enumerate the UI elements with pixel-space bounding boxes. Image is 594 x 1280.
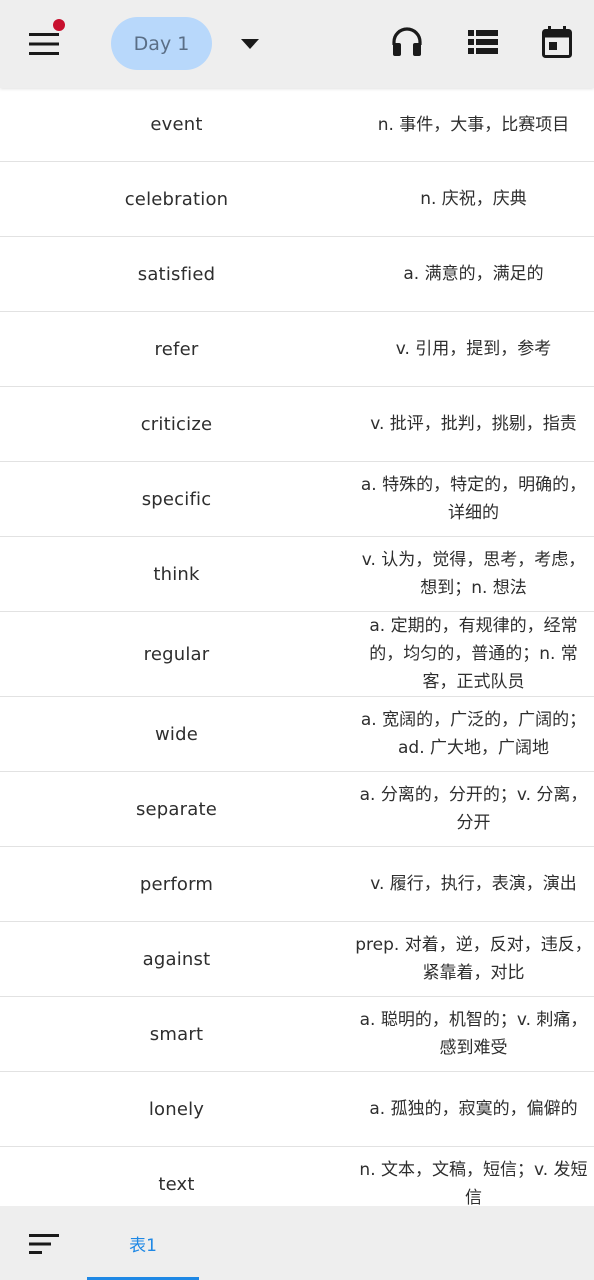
word-text: against bbox=[142, 948, 211, 970]
word-meaning: n. 文本，文稿，短信；v. 发短信 bbox=[359, 1160, 588, 1206]
word-row[interactable]: refer v. 引用，提到，参考 bbox=[0, 312, 594, 387]
word-meaning: v. 引用，提到，参考 bbox=[395, 339, 552, 359]
word-meaning: prep. 对着，逆，反对，违反，紧靠着，对比 bbox=[355, 935, 592, 983]
word-meaning: a. 满意的，满足的 bbox=[403, 264, 544, 284]
word-text: regular bbox=[143, 643, 210, 665]
word-row[interactable]: separate a. 分离的，分开的；v. 分离，分开 bbox=[0, 772, 594, 847]
word-row[interactable]: satisfied a. 满意的，满足的 bbox=[0, 237, 594, 312]
word-text: text bbox=[158, 1173, 195, 1195]
word-meaning: n. 事件，大事，比赛项目 bbox=[377, 114, 570, 135]
word-row[interactable]: specific a. 特殊的，特定的，明确的，详细的 bbox=[0, 462, 594, 537]
calendar-button[interactable] bbox=[535, 20, 579, 64]
word-row[interactable]: think v. 认为，觉得，思考，考虑，想到；n. 想法 bbox=[0, 537, 594, 612]
sort-icon bbox=[29, 1234, 59, 1254]
word-meaning: a. 分离的，分开的；v. 分离，分开 bbox=[359, 785, 588, 833]
word-text: specific bbox=[141, 488, 212, 510]
tab-sheet-1[interactable]: 表1 bbox=[87, 1206, 199, 1280]
sort-button[interactable] bbox=[22, 1222, 66, 1266]
day-dropdown-button[interactable] bbox=[232, 26, 268, 62]
word-text: celebration bbox=[124, 188, 229, 210]
word-row[interactable]: wide a. 宽阔的，广泛的，广阔的；ad. 广大地，广阔地 bbox=[0, 697, 594, 772]
word-meaning: a. 孤独的，寂寞的，偏僻的 bbox=[369, 1099, 578, 1119]
word-meaning: a. 定期的，有规律的，经常的，均匀的，普通的；n. 常客，正式队员 bbox=[369, 616, 578, 692]
word-row[interactable]: perform v. 履行，执行，表演，演出 bbox=[0, 847, 594, 922]
word-text: lonely bbox=[148, 1098, 205, 1120]
word-meaning: a. 聪明的，机智的；v. 刺痛，感到难受 bbox=[359, 1010, 588, 1058]
word-meaning: v. 履行，执行，表演，演出 bbox=[370, 874, 577, 894]
word-text: separate bbox=[135, 798, 218, 820]
word-meaning: n. 庆祝，庆典 bbox=[420, 189, 527, 209]
calendar-icon bbox=[542, 26, 572, 58]
word-meaning: a. 宽阔的，广泛的，广阔的；ad. 广大地，广阔地 bbox=[360, 710, 587, 758]
word-text: event bbox=[150, 114, 203, 135]
word-row[interactable]: lonely a. 孤独的，寂寞的，偏僻的 bbox=[0, 1072, 594, 1147]
word-text: criticize bbox=[140, 413, 213, 435]
word-list[interactable]: event n. 事件，大事，比赛项目 celebration n. 庆祝，庆典 sat… bbox=[0, 88, 594, 1206]
word-row[interactable]: regular a. 定期的，有规律的，经常的，均匀的，普通的；n. 常客，正式队… bbox=[0, 612, 594, 697]
word-text: wide bbox=[154, 723, 199, 745]
word-text: think bbox=[153, 563, 200, 585]
list-icon bbox=[468, 30, 498, 54]
word-meaning: v. 认为，觉得，思考，考虑，想到；n. 想法 bbox=[361, 550, 586, 598]
word-row[interactable]: smart a. 聪明的，机智的；v. 刺痛，感到难受 bbox=[0, 997, 594, 1072]
notification-dot bbox=[53, 19, 65, 31]
word-row[interactable]: celebration n. 庆祝，庆典 bbox=[0, 162, 594, 237]
word-row[interactable]: event n. 事件，大事，比赛项目 bbox=[0, 88, 594, 162]
word-text: perform bbox=[139, 873, 214, 895]
word-text: satisfied bbox=[137, 263, 216, 285]
word-meaning: a. 特殊的，特定的，明确的，详细的 bbox=[360, 475, 587, 523]
word-row[interactable]: against prep. 对着，逆，反对，违反，紧靠着，对比 bbox=[0, 922, 594, 997]
headphones-button[interactable] bbox=[385, 20, 429, 64]
dropdown-arrow-icon bbox=[241, 39, 259, 49]
word-meaning: v. 批评，批判，挑剔，指责 bbox=[370, 414, 577, 434]
word-text: refer bbox=[154, 338, 199, 360]
word-row[interactable]: text n. 文本，文稿，短信；v. 发短信 bbox=[0, 1147, 594, 1206]
top-app-bar: Day 1 bbox=[0, 0, 594, 88]
word-row[interactable]: criticize v. 批评，批判，挑剔，指责 bbox=[0, 387, 594, 462]
headphones-icon bbox=[392, 27, 422, 56]
day-selector[interactable]: Day 1 bbox=[111, 17, 212, 70]
list-view-button[interactable] bbox=[461, 20, 505, 64]
bottom-bar: 表1 bbox=[0, 1206, 594, 1280]
word-text: smart bbox=[149, 1023, 204, 1045]
menu-icon bbox=[29, 33, 59, 55]
